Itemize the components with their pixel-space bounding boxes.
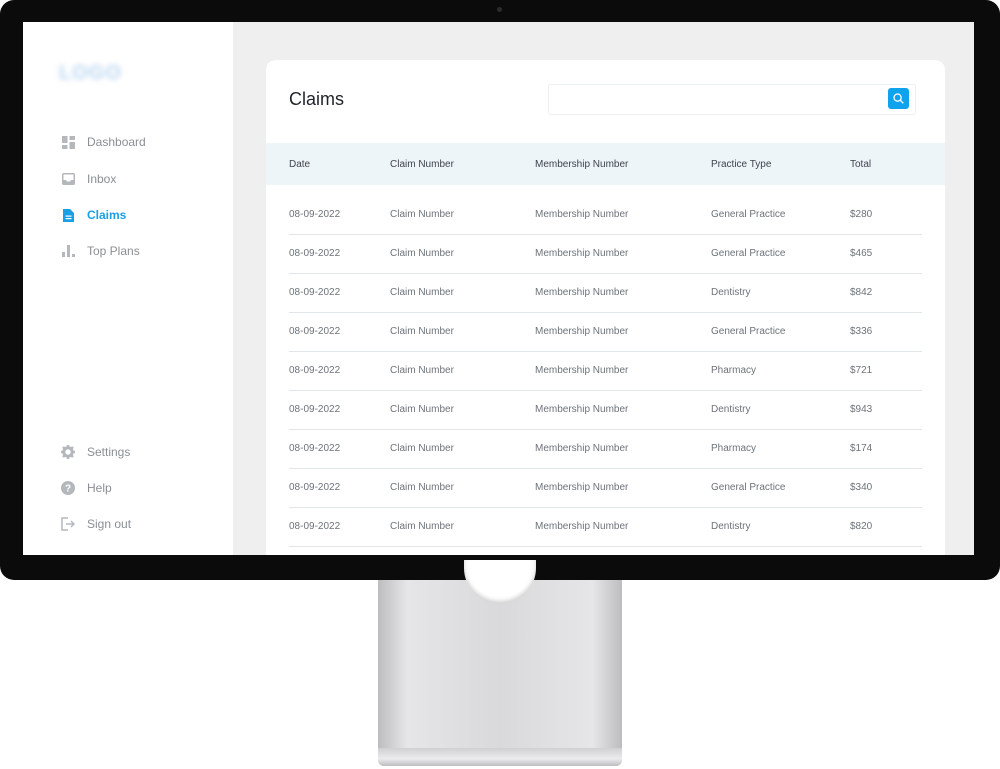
cell-total: $174 [850, 443, 873, 454]
logo: LOGO [59, 62, 122, 84]
cell-total: $842 [850, 287, 873, 298]
cell-claim-number: Claim Number [390, 209, 454, 220]
cell-date: 08-09-2022 [289, 482, 341, 493]
cell-total: $465 [850, 248, 873, 259]
search-input[interactable] [549, 85, 895, 112]
cell-practice-type: General Practice [711, 209, 786, 220]
cell-claim-number: Claim Number [390, 521, 454, 532]
cell-total: $280 [850, 209, 873, 220]
cell-total: $820 [850, 521, 873, 532]
cell-practice-type: Dentistry [711, 287, 751, 298]
table-row[interactable]: 08-09-2022 Claim Number Membership Numbe… [289, 507, 922, 547]
cell-claim-number: Claim Number [390, 404, 454, 415]
column-header-claim-number[interactable]: Claim Number [390, 159, 454, 170]
screen: LOGO Dashboard Inbox Claims Top Plans Se… [23, 22, 974, 555]
table-row[interactable]: 08-09-2022 Claim Number Membership Numbe… [289, 234, 922, 274]
table-row[interactable]: 08-09-2022 Claim Number Membership Numbe… [289, 273, 922, 313]
cell-date: 08-09-2022 [289, 443, 341, 454]
column-header-membership-number[interactable]: Membership Number [535, 159, 628, 170]
cell-membership-number: Membership Number [535, 326, 629, 337]
table-row[interactable]: 08-09-2022 Claim Number Membership Numbe… [289, 195, 922, 235]
cell-practice-type: Dentistry [711, 404, 751, 415]
sidebar-item-help[interactable]: ? Help [61, 478, 112, 498]
cell-date: 08-09-2022 [289, 287, 341, 298]
sign-out-icon [61, 517, 75, 531]
cell-claim-number: Claim Number [390, 365, 454, 376]
sidebar-item-settings[interactable]: Settings [61, 442, 130, 462]
cell-membership-number: Membership Number [535, 404, 629, 415]
cell-membership-number: Membership Number [535, 482, 629, 493]
cell-membership-number: Membership Number [535, 521, 629, 532]
inbox-icon [61, 172, 75, 186]
cell-date: 08-09-2022 [289, 521, 341, 532]
sidebar-item-dashboard[interactable]: Dashboard [61, 132, 146, 152]
table-row[interactable]: 08-09-2022 Claim Number Membership Numbe… [289, 429, 922, 469]
page-title: Claims [289, 89, 345, 109]
sidebar-item-label: Inbox [87, 172, 117, 186]
cell-practice-type: General Practice [711, 248, 786, 259]
cell-claim-number: Claim Number [390, 248, 454, 259]
svg-text:?: ? [65, 484, 71, 495]
sidebar-item-label: Top Plans [87, 244, 140, 258]
sidebar-item-label: Dashboard [87, 135, 146, 149]
search-button[interactable] [888, 88, 909, 109]
column-header-practice-type[interactable]: Practice Type [711, 159, 771, 170]
search-icon [893, 93, 904, 104]
cell-total: $721 [850, 365, 873, 376]
help-icon: ? [61, 481, 75, 495]
cell-practice-type: Pharmacy [711, 365, 757, 376]
cell-membership-number: Membership Number [535, 365, 629, 376]
document-icon [61, 208, 75, 222]
sidebar-item-label: Settings [87, 445, 131, 459]
cell-date: 08-09-2022 [289, 404, 341, 415]
gear-icon [61, 445, 75, 459]
table-header: Date Claim Number Membership Number Prac… [266, 143, 945, 185]
cell-date: 08-09-2022 [289, 248, 341, 259]
cell-date: 08-09-2022 [289, 326, 341, 337]
search-box [548, 84, 916, 115]
cell-date: 08-09-2022 [289, 365, 341, 376]
cell-claim-number: Claim Number [390, 482, 454, 493]
sidebar-item-claims[interactable]: Claims [61, 205, 126, 225]
claims-card: Claims Date Claim Number Membership Numb… [266, 60, 945, 555]
cell-total: $340 [850, 482, 873, 493]
monitor-bezel: LOGO Dashboard Inbox Claims Top Plans Se… [0, 0, 1000, 580]
dashboard-icon [61, 135, 75, 149]
sidebar-item-sign-out[interactable]: Sign out [61, 514, 131, 534]
cell-practice-type: Pharmacy [711, 443, 757, 454]
cell-total: $336 [850, 326, 873, 337]
sidebar-item-inbox[interactable]: Inbox [61, 169, 116, 189]
sidebar-item-label: Help [87, 481, 112, 495]
monitor-stand [378, 560, 622, 766]
sidebar: LOGO Dashboard Inbox Claims Top Plans Se… [23, 22, 233, 555]
table-row[interactable]: 08-09-2022 Claim Number Membership Numbe… [289, 351, 922, 391]
sidebar-item-label: Sign out [87, 517, 132, 531]
cell-claim-number: Claim Number [390, 287, 454, 298]
cell-membership-number: Membership Number [535, 248, 629, 259]
camera-dot [497, 7, 502, 12]
cell-membership-number: Membership Number [535, 209, 629, 220]
stand-cable-hole [464, 560, 536, 604]
cell-membership-number: Membership Number [535, 443, 629, 454]
column-header-date[interactable]: Date [289, 159, 310, 170]
stand-base [378, 748, 622, 766]
bar-chart-icon [61, 244, 75, 258]
cell-practice-type: General Practice [711, 482, 786, 493]
cell-date: 08-09-2022 [289, 209, 341, 220]
cell-total: $943 [850, 404, 873, 415]
table-row[interactable]: 08-09-2022 Claim Number Membership Numbe… [289, 468, 922, 508]
table-row[interactable]: 08-09-2022 Claim Number Membership Numbe… [289, 312, 922, 352]
cell-claim-number: Claim Number [390, 443, 454, 454]
table-row[interactable]: 08-09-2022 Claim Number Membership Numbe… [289, 390, 922, 430]
column-header-total[interactable]: Total [850, 159, 871, 170]
sidebar-item-top-plans[interactable]: Top Plans [61, 241, 140, 261]
cell-membership-number: Membership Number [535, 287, 629, 298]
cell-practice-type: General Practice [711, 326, 786, 337]
cell-claim-number: Claim Number [390, 326, 454, 337]
cell-practice-type: Dentistry [711, 521, 751, 532]
sidebar-item-label: Claims [87, 208, 127, 222]
